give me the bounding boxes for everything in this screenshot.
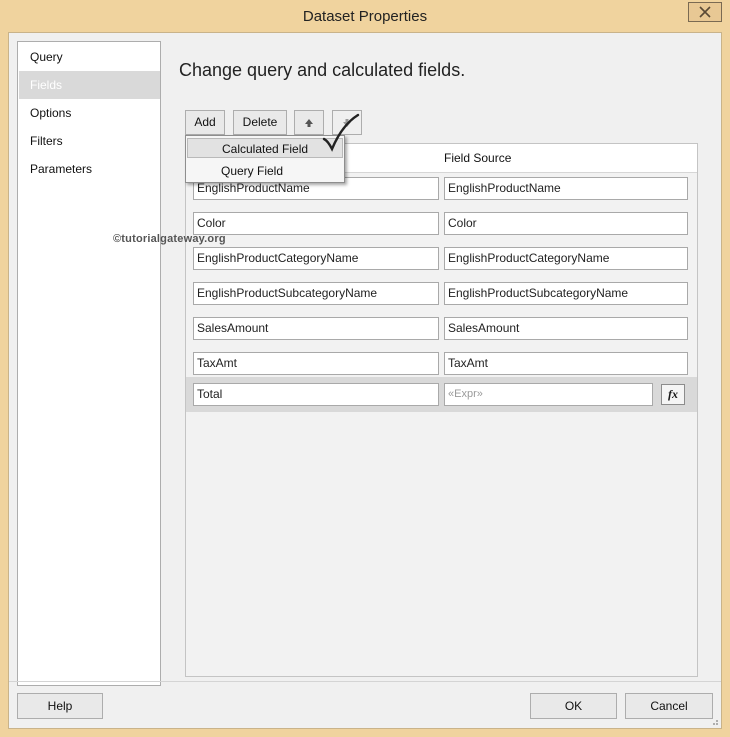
field-source-input[interactable]: SalesAmount [444,317,688,340]
field-name-input[interactable]: EnglishProductSubcategoryName [193,282,439,305]
cancel-button[interactable]: Cancel [625,693,713,719]
page-title: Change query and calculated fields. [179,60,466,80]
nav-item-options[interactable]: Options [19,99,160,127]
add-button[interactable]: Add [185,110,225,135]
fields-grid: Field Source EnglishProductName EnglishP… [185,143,698,677]
field-name-input[interactable]: EnglishProductCategoryName [193,247,439,270]
move-up-button[interactable] [294,110,324,135]
resize-grip-icon[interactable] [709,716,719,726]
nav-item-parameters[interactable]: Parameters [19,155,160,183]
checkmark-icon [322,113,360,152]
menu-item-query-field[interactable]: Query Field [187,161,343,181]
nav-item-query[interactable]: Query [19,43,160,71]
expression-builder-button[interactable]: fx [661,384,685,405]
dataset-properties-window: Dataset Properties Query Fields Options … [0,0,730,737]
close-icon [699,6,711,18]
nav-item-filters[interactable]: Filters [19,127,160,155]
field-name-input[interactable]: Color [193,212,439,235]
fx-icon: fx [668,387,678,401]
calculated-field-name-input[interactable]: Total [193,383,439,406]
column-header-field-source: Field Source [444,151,512,165]
field-source-input[interactable]: Color [444,212,688,235]
selected-row[interactable]: Total «Expr» fx [186,377,697,412]
add-dropdown-menu: Calculated Field Query Field [185,135,345,183]
field-name-input[interactable]: TaxAmt [193,352,439,375]
field-source-input[interactable]: TaxAmt [444,352,688,375]
nav-panel: Query Fields Options Filters Parameters [17,41,161,686]
watermark: ©tutorialgateway.org [113,233,226,245]
close-button[interactable] [688,2,722,22]
window-title: Dataset Properties [302,8,428,25]
field-source-input[interactable]: EnglishProductSubcategoryName [444,282,688,305]
help-button[interactable]: Help [17,693,103,719]
field-source-input[interactable]: EnglishProductCategoryName [444,247,688,270]
nav-item-fields[interactable]: Fields [19,71,160,99]
menu-item-calculated-field[interactable]: Calculated Field [187,138,343,158]
footer-separator [9,681,721,682]
field-source-input[interactable]: EnglishProductName [444,177,688,200]
expression-input[interactable]: «Expr» [444,383,653,406]
arrow-up-icon [305,119,313,127]
ok-button[interactable]: OK [530,693,617,719]
dialog-client-area: Query Fields Options Filters Parameters … [8,32,722,729]
title-bar: Dataset Properties [0,0,730,32]
field-name-input[interactable]: SalesAmount [193,317,439,340]
grid-body: Field Source EnglishProductName EnglishP… [186,144,697,676]
delete-button[interactable]: Delete [233,110,287,135]
